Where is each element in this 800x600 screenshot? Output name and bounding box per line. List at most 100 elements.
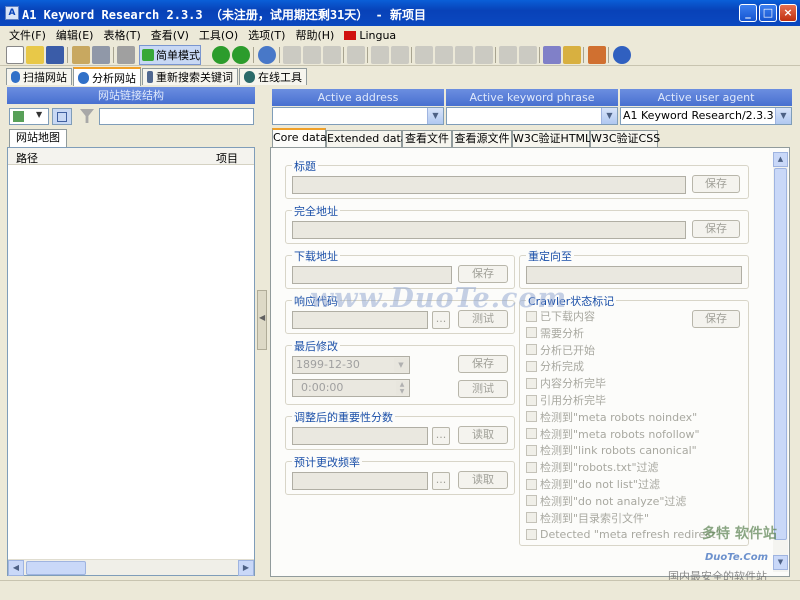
chevron-down-icon[interactable]: ▼ <box>427 108 443 124</box>
checkbox-box[interactable] <box>526 528 537 540</box>
indent-left-icon[interactable] <box>415 46 433 64</box>
close-button[interactable]: × <box>779 4 797 22</box>
move-icon[interactable] <box>475 46 493 64</box>
print-icon[interactable] <box>117 46 135 64</box>
find-next-icon[interactable] <box>391 46 409 64</box>
crawler-flag-checkbox[interactable]: 需要分析 <box>526 325 584 341</box>
crawler-flag-checkbox[interactable]: 引用分析完毕 <box>526 392 606 408</box>
title-save-button[interactable]: 保存 <box>692 175 740 193</box>
refresh-icon[interactable] <box>258 46 276 64</box>
menu-view[interactable]: 查看(V) <box>146 27 194 43</box>
crawler-flag-checkbox[interactable]: Detected "meta refresh redirect" <box>526 526 721 542</box>
importance-score-field[interactable] <box>292 427 428 445</box>
tab-analyze-website[interactable]: 分析网站 <box>73 67 141 86</box>
search-icon[interactable] <box>563 46 581 64</box>
chevron-down-icon[interactable]: ▼ <box>775 108 791 124</box>
menu-options[interactable]: 选项(T) <box>243 27 290 43</box>
new-file-icon[interactable] <box>6 46 24 64</box>
tab-w3c-css[interactable]: W3C验证CSS <box>590 130 660 147</box>
copy-project-icon[interactable] <box>72 46 90 64</box>
checkbox-box[interactable] <box>526 411 537 423</box>
outdent-icon[interactable] <box>455 46 473 64</box>
crawler-flag-checkbox[interactable]: 检测到"meta robots nofollow" <box>526 426 700 442</box>
menu-lingua[interactable]: Lingua <box>339 29 401 42</box>
last-modified-test-button[interactable]: 测试 <box>458 380 508 398</box>
menu-edit[interactable]: 编辑(E) <box>51 27 99 43</box>
frequency-browse-button[interactable]: ... <box>432 472 450 490</box>
filter-icon[interactable] <box>80 109 94 123</box>
checkbox-box[interactable] <box>526 377 537 389</box>
checkbox-box[interactable] <box>526 495 537 507</box>
active-address-combo[interactable]: ▼ <box>272 107 444 125</box>
pane-splitter[interactable]: ◀ <box>257 290 267 350</box>
active-keyword-combo[interactable]: ▼ <box>446 107 618 125</box>
time-spinner[interactable]: ▲ ▼ <box>396 381 408 395</box>
paste-icon[interactable] <box>323 46 341 64</box>
sitemap-tree[interactable]: 路径 项目 ◀ ▶ <box>7 147 255 576</box>
copy-icon[interactable] <box>303 46 321 64</box>
last-modified-date[interactable]: 1899-12-30 ▼ <box>292 356 410 374</box>
indent-right-icon[interactable] <box>435 46 453 64</box>
importance-read-button[interactable]: 读取 <box>458 426 508 444</box>
checkbox-box[interactable] <box>526 478 537 490</box>
frequency-read-button[interactable]: 读取 <box>458 471 508 489</box>
keyboard-icon[interactable] <box>543 46 561 64</box>
help-icon[interactable] <box>613 46 631 64</box>
crawler-flag-checkbox[interactable]: 检测到"do not analyze"过滤 <box>526 493 686 509</box>
checkbox-box[interactable] <box>526 512 537 524</box>
tab-extended-data[interactable]: Extended data <box>326 130 408 147</box>
checkbox-box[interactable] <box>526 461 537 473</box>
menu-tools[interactable]: 工具(O) <box>194 27 243 43</box>
vertical-scrollbar[interactable]: ▲ ▼ <box>773 152 788 572</box>
column-item[interactable]: 项目 <box>216 150 238 166</box>
last-modified-time[interactable]: 0:00:00 ▲ ▼ <box>292 379 410 397</box>
tab-view-source[interactable]: 查看源文件 <box>452 130 512 147</box>
menu-table[interactable]: 表格(T) <box>98 27 145 43</box>
scroll-down-icon[interactable]: ▼ <box>773 555 788 570</box>
find-icon[interactable] <box>371 46 389 64</box>
tab-w3c-html[interactable]: W3C验证HTML <box>512 130 591 147</box>
compare-icon[interactable] <box>92 46 110 64</box>
column-path[interactable]: 路径 <box>16 150 38 166</box>
tree-view-toggle[interactable] <box>52 108 72 125</box>
full-address-field[interactable] <box>292 221 686 239</box>
title-bar[interactable]: A A1 Keyword Research 2.3.3 （未注册，试用期还剩31… <box>0 0 800 26</box>
forward-arrow-icon[interactable] <box>232 46 250 64</box>
scroll-thumb[interactable] <box>26 561 86 575</box>
filter-input[interactable] <box>99 108 254 125</box>
active-user-agent-combo[interactable]: A1 Keyword Research/2.3.3 (+ht ▼ <box>620 107 792 125</box>
change-frequency-field[interactable] <box>292 472 428 490</box>
collapse-icon[interactable] <box>519 46 537 64</box>
download-address-save-button[interactable]: 保存 <box>458 265 508 283</box>
tab-view-file[interactable]: 查看文件 <box>402 130 452 147</box>
save-disk-icon[interactable] <box>46 46 64 64</box>
importance-browse-button[interactable]: ... <box>432 427 450 445</box>
back-arrow-icon[interactable] <box>212 46 230 64</box>
crawler-flag-checkbox[interactable]: 检测到"link robots canonical" <box>526 442 697 458</box>
title-field[interactable] <box>292 176 686 194</box>
checkbox-box[interactable] <box>526 360 537 372</box>
checkbox-box[interactable] <box>526 428 537 440</box>
tab-online-tools[interactable]: 在线工具 <box>239 68 307 85</box>
undo-icon[interactable] <box>347 46 365 64</box>
checkbox-box[interactable] <box>526 394 537 406</box>
crawler-flag-checkbox[interactable]: 检测到"do not list"过滤 <box>526 476 660 492</box>
checkbox-box[interactable] <box>526 344 537 356</box>
menu-file[interactable]: 文件(F) <box>4 27 51 43</box>
crawler-flag-checkbox[interactable]: 检测到"meta robots noindex" <box>526 409 697 425</box>
simple-mode-button[interactable]: 简单模式 <box>139 45 201 65</box>
crawler-flag-checkbox[interactable]: 检测到"robots.txt"过滤 <box>526 459 659 475</box>
scroll-left-icon[interactable]: ◀ <box>8 560 24 576</box>
cut-icon[interactable] <box>283 46 301 64</box>
vertical-scroll-thumb[interactable] <box>774 168 787 540</box>
chevron-down-icon[interactable]: ▼ <box>394 358 408 372</box>
tab-scan-website[interactable]: 扫描网站 <box>6 68 72 85</box>
view-options-dropdown[interactable]: ▼ <box>9 108 49 125</box>
open-folder-icon[interactable] <box>26 46 44 64</box>
download-address-field[interactable] <box>292 266 452 284</box>
minimize-button[interactable]: _ <box>739 4 757 22</box>
crawler-flag-checkbox[interactable]: 检测到"目录索引文件" <box>526 510 649 526</box>
tab-core-data[interactable]: Core data <box>272 128 327 148</box>
crawler-flag-checkbox[interactable]: 内容分析完毕 <box>526 375 606 391</box>
home-icon[interactable] <box>588 46 606 64</box>
